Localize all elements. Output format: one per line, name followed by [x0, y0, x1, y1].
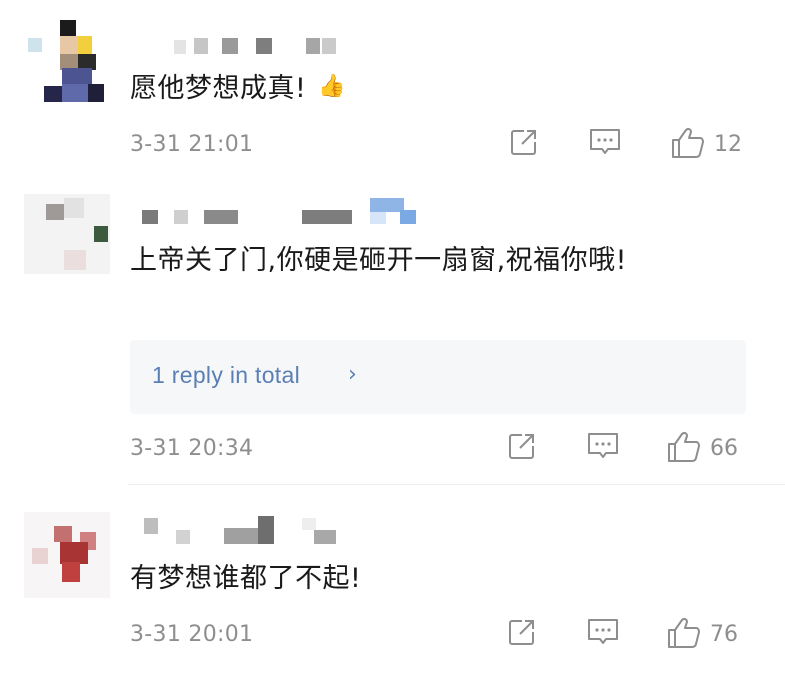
like-button[interactable]: 66 [666, 430, 756, 464]
comment-timestamp: 3-31 20:01 [130, 622, 254, 647]
comment-timestamp: 3-31 20:34 [130, 436, 254, 461]
comment-meta: 3-31 20:34 66 [130, 430, 750, 470]
share-icon [511, 130, 536, 155]
chevron-right-icon: › [348, 362, 357, 387]
reply-button[interactable] [586, 430, 620, 462]
share-icon [509, 434, 534, 459]
comment-icon [588, 433, 618, 458]
reply-button[interactable] [586, 616, 620, 648]
share-button[interactable] [506, 430, 538, 462]
like-icon [668, 431, 700, 462]
comment-text: 上帝关了门,你硬是砸开一扇窗,祝福你哦! [130, 245, 627, 276]
divider [128, 484, 785, 485]
comment-timestamp: 3-31 21:01 [130, 132, 254, 157]
view-replies-button[interactable]: 1 reply in total › [130, 340, 746, 414]
replies-count-link[interactable]: 1 reply in total [152, 362, 300, 389]
like-icon [672, 127, 704, 158]
share-button[interactable] [506, 616, 538, 648]
comment-list: 愿他梦想成真! 👍 3-31 21:01 12 上帝关了门,你硬是砸开一扇窗,祝… [0, 0, 785, 674]
avatar[interactable] [24, 16, 110, 102]
comment-text: 愿他梦想成真! 👍 [130, 66, 730, 110]
comment-text: 有梦想谁都了不起! [130, 563, 362, 594]
comment-meta: 3-31 20:01 76 [130, 616, 750, 656]
reply-button[interactable] [588, 126, 622, 158]
share-icon [509, 620, 534, 645]
comment-icon [590, 129, 620, 154]
like-button[interactable]: 76 [666, 616, 756, 650]
like-count: 12 [714, 132, 742, 157]
like-count: 66 [710, 436, 738, 461]
avatar[interactable] [24, 512, 110, 598]
comment-icon [588, 619, 618, 644]
thumbs-up-emoji-icon: 👍 [318, 74, 347, 99]
like-button[interactable]: 12 [670, 126, 760, 160]
share-button[interactable] [508, 126, 540, 158]
comment-meta: 3-31 21:01 12 [130, 126, 750, 166]
avatar[interactable] [24, 190, 110, 276]
like-icon [668, 617, 700, 648]
like-count: 76 [710, 622, 738, 647]
